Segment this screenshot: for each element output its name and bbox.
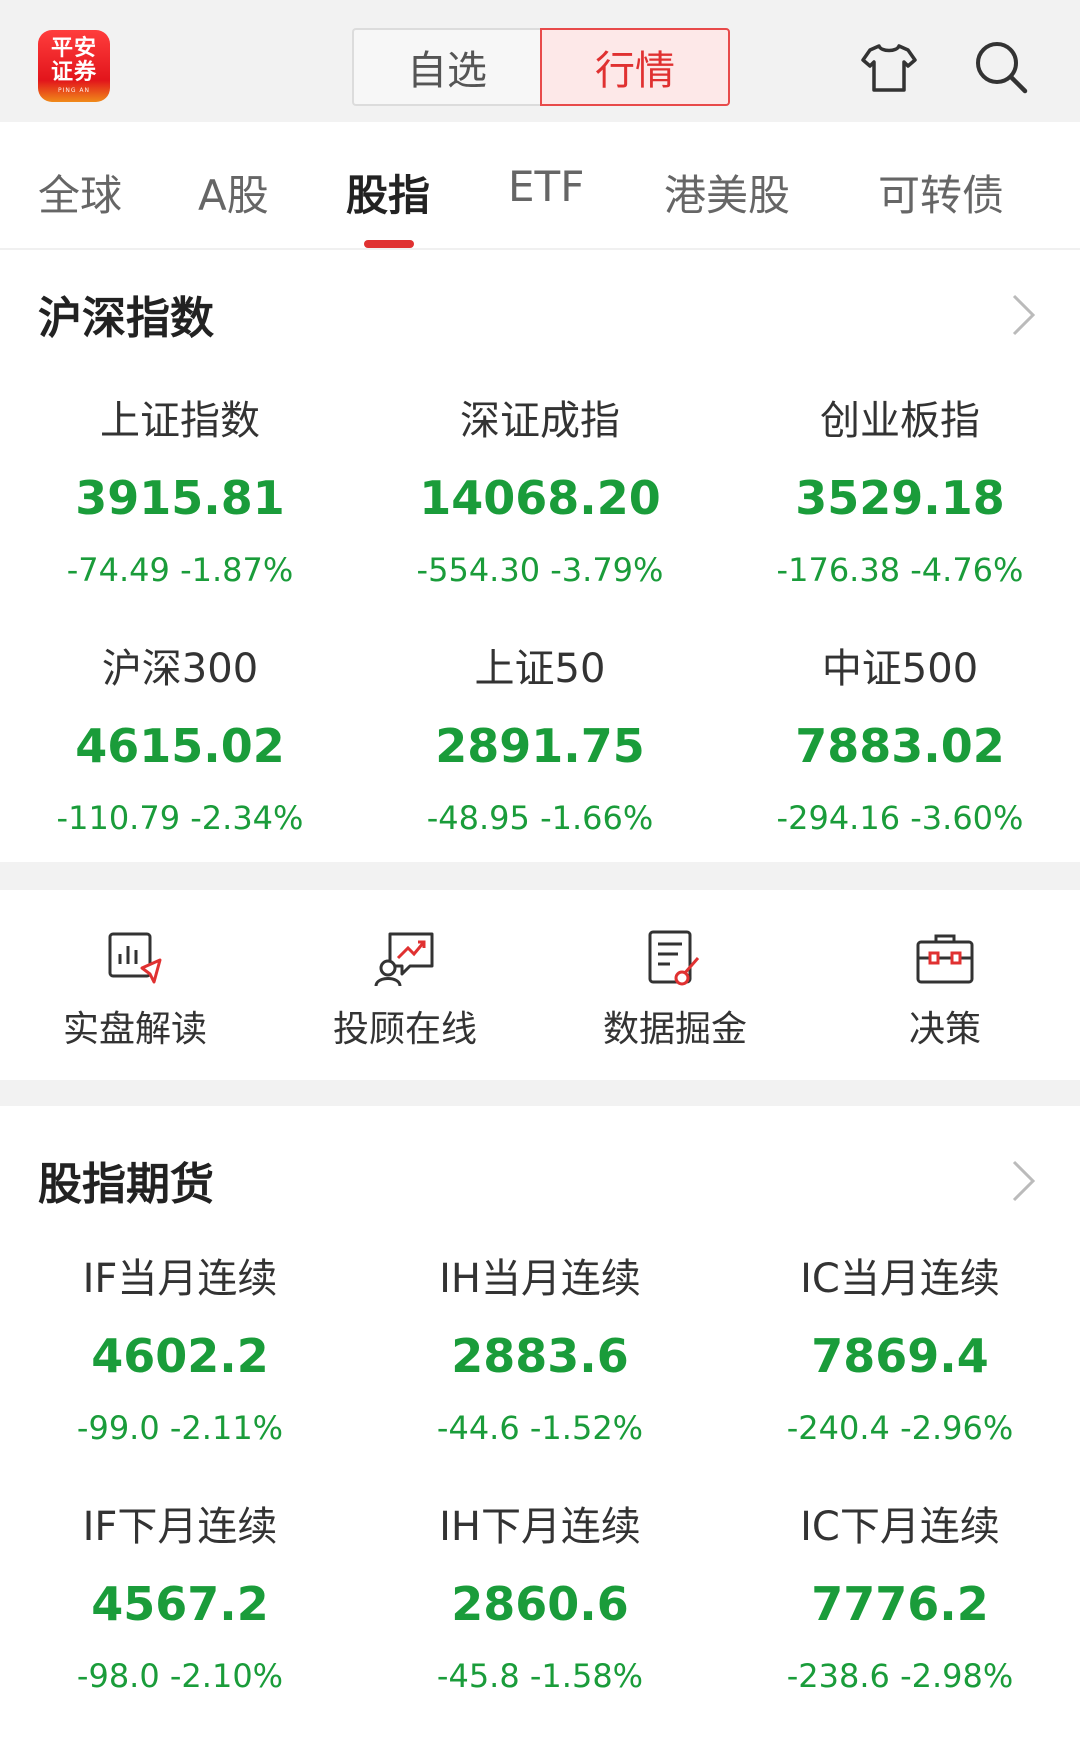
data-dig-icon: [648, 930, 700, 986]
futures-name: IC当月连续: [800, 1256, 1000, 1302]
index-name: 深证成指: [460, 398, 620, 444]
tab-stock-index[interactable]: 股指: [346, 162, 430, 223]
segment-watchlist[interactable]: 自选: [352, 28, 540, 106]
futures-price: 4602.2: [91, 1329, 269, 1383]
futures-name: IH下月连续: [439, 1504, 641, 1550]
tab-a-shares[interactable]: A股: [198, 162, 269, 223]
logo-line1: 平安: [50, 36, 97, 61]
top-bar: 平安 证券 PING AN 自选 行情: [0, 0, 1080, 122]
futures-price: 7869.4: [811, 1329, 989, 1383]
logo-line2: 证券: [50, 60, 97, 85]
tab-hk-us[interactable]: 港美股: [664, 162, 790, 223]
futures-change: -44.6 -1.52%: [436, 1409, 644, 1447]
category-tabs: 全球 A股 股指 ETF 港美股 可转债: [0, 122, 1080, 250]
futures-change: -99.0 -2.11%: [76, 1409, 284, 1447]
search-icon[interactable]: [972, 38, 1030, 96]
app-logo: 平安 证券 PING AN: [38, 30, 110, 102]
index-quote[interactable]: 上证50 2891.75 -48.95 -1.66%: [360, 644, 720, 838]
futures-price: 7776.2: [811, 1577, 989, 1631]
index-quote[interactable]: 创业板指 3529.18 -176.38 -4.76%: [720, 396, 1080, 590]
index-name: 上证指数: [100, 398, 260, 444]
section-divider: [0, 1080, 1080, 1106]
tool-data-mining[interactable]: 数据掘金: [540, 928, 810, 1052]
futures-change: -98.0 -2.10%: [76, 1657, 284, 1695]
advisor-icon: [374, 932, 434, 987]
chevron-right-icon[interactable]: [1008, 292, 1038, 338]
index-change: -554.30 -3.79%: [416, 551, 664, 589]
tab-etf[interactable]: ETF: [508, 162, 584, 211]
futures-section: 股指期货 IF当月连续 4602.2 -99.0 -2.11% IH当月连续 2…: [0, 1106, 1080, 1746]
index-price: 7883.02: [795, 719, 1005, 773]
index-name: 沪深300: [101, 646, 259, 692]
index-quote[interactable]: 中证500 7883.02 -294.16 -3.60%: [720, 644, 1080, 838]
indices-title[interactable]: 沪深指数: [38, 282, 214, 346]
futures-name: IF当月连续: [82, 1256, 278, 1302]
futures-quote[interactable]: IC当月连续 7869.4 -240.4 -2.96%: [720, 1254, 1080, 1448]
index-price: 2891.75: [435, 719, 645, 773]
tools-row: 实盘解读 投顾在线 数据掘金 决策: [0, 890, 1080, 1080]
futures-quote[interactable]: IF下月连续 4567.2 -98.0 -2.10%: [0, 1502, 360, 1696]
index-quote[interactable]: 沪深300 4615.02 -110.79 -2.34%: [0, 644, 360, 838]
futures-name: IF下月连续: [82, 1504, 278, 1550]
logo-line3: PING AN: [57, 87, 91, 94]
index-price: 3529.18: [795, 471, 1005, 525]
futures-title[interactable]: 股指期货: [38, 1148, 214, 1212]
index-name: 创业板指: [820, 398, 980, 444]
futures-price: 2860.6: [451, 1577, 629, 1631]
active-tab-indicator: [364, 240, 414, 248]
index-change: -110.79 -2.34%: [56, 799, 304, 837]
tool-label: 实盘解读: [62, 1009, 207, 1050]
futures-name: IH当月连续: [439, 1256, 641, 1302]
index-price: 3915.81: [75, 471, 285, 525]
tool-label: 投顾在线: [332, 1009, 477, 1050]
tab-convertible[interactable]: 可转债: [878, 162, 1004, 223]
index-change: -74.49 -1.87%: [66, 551, 294, 589]
view-segment: 自选 行情: [352, 28, 730, 106]
futures-quote[interactable]: IC下月连续 7776.2 -238.6 -2.98%: [720, 1502, 1080, 1696]
section-divider: [0, 862, 1080, 890]
tool-label: 数据掘金: [602, 1009, 747, 1050]
tool-decision[interactable]: 决策: [810, 928, 1080, 1052]
futures-price: 4567.2: [91, 1577, 269, 1631]
index-change: -176.38 -4.76%: [776, 551, 1024, 589]
index-quote[interactable]: 深证成指 14068.20 -554.30 -3.79%: [360, 396, 720, 590]
tool-advisor-online[interactable]: 投顾在线: [270, 928, 540, 1052]
tool-label: 决策: [908, 1009, 981, 1050]
futures-change: -240.4 -2.96%: [786, 1409, 1014, 1447]
futures-name: IC下月连续: [800, 1504, 1000, 1550]
index-name: 中证500: [821, 646, 979, 692]
futures-quote[interactable]: IF当月连续 4602.2 -99.0 -2.11%: [0, 1254, 360, 1448]
tool-live-analysis[interactable]: 实盘解读: [0, 928, 270, 1052]
index-change: -48.95 -1.66%: [426, 799, 654, 837]
shirt-icon[interactable]: [860, 38, 918, 96]
futures-change: -238.6 -2.98%: [786, 1657, 1014, 1695]
futures-change: -45.8 -1.58%: [436, 1657, 644, 1695]
index-price: 14068.20: [419, 471, 661, 525]
index-name: 上证50: [474, 646, 606, 692]
chevron-right-icon[interactable]: [1008, 1158, 1038, 1204]
index-price: 4615.02: [75, 719, 285, 773]
futures-price: 2883.6: [451, 1329, 629, 1383]
futures-quote[interactable]: IH下月连续 2860.6 -45.8 -1.58%: [360, 1502, 720, 1696]
chart-report-icon: [108, 932, 162, 984]
segment-market[interactable]: 行情: [540, 28, 730, 106]
index-quote[interactable]: 上证指数 3915.81 -74.49 -1.87%: [0, 396, 360, 590]
tab-global[interactable]: 全球: [38, 162, 122, 223]
index-change: -294.16 -3.60%: [776, 799, 1024, 837]
futures-quote[interactable]: IH当月连续 2883.6 -44.6 -1.52%: [360, 1254, 720, 1448]
indices-section: 沪深指数 上证指数 3915.81 -74.49 -1.87% 深证成指 140…: [0, 250, 1080, 862]
toolbox-icon: [916, 934, 974, 984]
